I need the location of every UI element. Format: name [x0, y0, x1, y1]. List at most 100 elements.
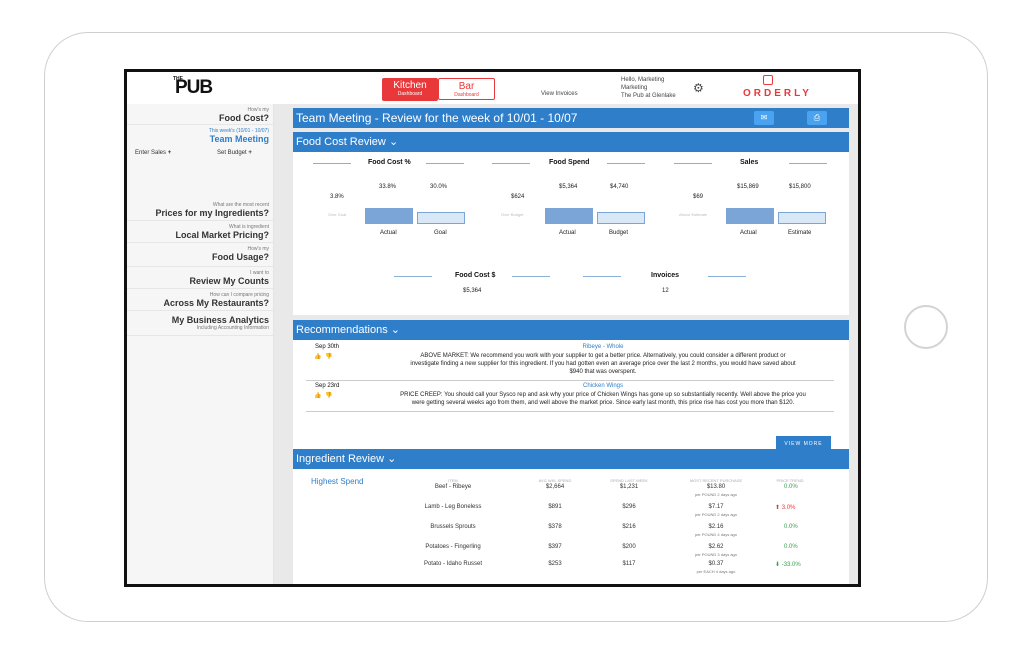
row-avg: $891 [548, 504, 562, 510]
sales-estimate-caption: Estimate [788, 230, 812, 236]
recommendation-item-link[interactable]: Ribeye - Whole [363, 344, 843, 350]
food-cost-dollar-label: Food Cost $ [455, 272, 496, 279]
user-name: Marketing [621, 85, 648, 91]
food-cost-pct-goal: 30.0% [430, 184, 448, 190]
food-cost-dollar-value: $5,364 [463, 288, 482, 294]
row-recent: $2.16 [708, 524, 724, 530]
sales-estimate-bar [778, 212, 826, 224]
divider [127, 335, 273, 336]
thumbs-up-icon[interactable]: 👍 [314, 353, 321, 360]
highest-spend-tab[interactable]: Highest Spend [311, 477, 363, 486]
column-header-price-trend: PRICE TREND [776, 478, 804, 483]
sidebar-item-label: Team Meeting [209, 134, 269, 144]
page-title: Team Meeting - Review for the week of 10… [296, 111, 578, 125]
food-cost-pct-actual-caption: Actual [380, 230, 397, 236]
divider [127, 288, 273, 289]
divider [674, 163, 712, 164]
sidebar-item-local-market[interactable]: What is ingredient Local Market Pricing? [175, 224, 269, 240]
bar-dashboard-button[interactable]: Bar Dashboard [438, 78, 495, 100]
thumbs-down-icon[interactable]: 👎 [325, 353, 332, 360]
recommendation-item-link[interactable]: Chicken Wings [363, 383, 843, 389]
row-trend: ⬇ -33.0% [775, 561, 801, 568]
thumbs-down-icon[interactable]: 👎 [325, 392, 332, 399]
thumbs-up-icon[interactable]: 👍 [314, 392, 321, 399]
row-item: Potato - Idaho Russet [423, 561, 483, 567]
divider [583, 276, 621, 277]
divider [127, 220, 273, 221]
ingredient-review-title: Ingredient Review ⌄ [296, 452, 396, 465]
recommendations-header[interactable]: Recommendations ⌄ [293, 320, 849, 340]
sidebar-item-small: Including Accounting Information [196, 325, 269, 331]
sidebar-item-business-analytics[interactable]: My Business Analytics Including Accounti… [172, 315, 269, 331]
recommendation-text: ABOVE MARKET: We recommend you work with… [363, 352, 843, 376]
kitchen-dashboard-button[interactable]: Kitchen Dashboard [382, 78, 438, 101]
food-cost-pct-actual-bar [365, 208, 413, 224]
divider [127, 124, 273, 125]
food-spend-ghost-label: Over Budget [501, 212, 524, 217]
user-info: Hello, Marketing Marketing The Pub at Gl… [621, 76, 676, 100]
food-cost-pct-ghost-label: Over Goal [328, 212, 347, 217]
food-cost-review-panel: Food Cost % 3.8% Over Goal 33.8% 30.0% A… [293, 152, 849, 315]
divider [306, 380, 834, 381]
food-cost-pct-label: Food Cost % [368, 159, 411, 166]
row-avg: $378 [548, 524, 562, 530]
row-avg: $253 [548, 561, 562, 567]
food-spend-budget: $4,740 [610, 184, 629, 190]
row-avg: $2,664 [545, 484, 565, 490]
row-trend: 0.0% [784, 544, 798, 550]
sales-actual-bar [726, 208, 774, 224]
divider [306, 411, 834, 412]
row-item: Beef - Ribeye [434, 484, 472, 490]
main-content: Team Meeting - Review for the week of 10… [274, 104, 858, 584]
recommendations-title-text: Recommendations [296, 324, 388, 336]
arrow-up-icon: ⬆ [775, 505, 781, 511]
column-header-last-week: SPEND LAST WEEK [610, 478, 648, 483]
divider [426, 163, 464, 164]
sidebar-item-review-counts[interactable]: I want to Review My Counts [189, 270, 269, 286]
recommendation-text-line: ABOVE MARKET: We recommend you work with… [420, 353, 786, 359]
gear-icon[interactable]: ⚙ [693, 81, 704, 95]
row-avg: $397 [548, 544, 562, 550]
sidebar-item-team-meeting[interactable]: This week's (10/01 - 10/07) Team Meeting [209, 128, 269, 144]
email-icon[interactable]: ✉ [754, 111, 774, 125]
row-trend: 0.0% [784, 524, 798, 530]
pub-logo[interactable]: THE PUB [173, 76, 215, 101]
chevron-down-icon: ⌄ [387, 453, 397, 465]
home-button[interactable] [904, 305, 948, 349]
sidebar-item-label: Local Market Pricing? [175, 230, 269, 240]
food-cost-pct-goal-bar [417, 212, 465, 224]
divider [127, 310, 273, 311]
sidebar-item-ingredient-prices[interactable]: What are the most recent Prices for my I… [155, 202, 269, 218]
row-recent-sub: per POUND 3 days ago [694, 552, 738, 557]
row-item: Potatoes - Fingerling [425, 544, 481, 550]
divider [394, 276, 432, 277]
sidebar-item-label: Across My Restaurants? [163, 298, 269, 308]
row-recent-sub: per EACH 4 days ago [696, 569, 736, 574]
ingredient-review-header[interactable]: Ingredient Review ⌄ [293, 449, 849, 469]
logo-small-text: THE [173, 76, 183, 82]
sales-ghost-label: Above Estimate [679, 212, 708, 217]
row-recent-sub: per POUND 2 days ago [694, 492, 738, 497]
bar-sub: Dashboard [454, 92, 479, 98]
row-trend-value: -33.0% [781, 562, 801, 568]
food-cost-review-header[interactable]: Food Cost Review ⌄ [293, 132, 849, 152]
column-header-recent-purchase: MOST RECENT PURCHASE [689, 478, 743, 483]
recommendation-text-line: were getting several weeks ago from them… [411, 400, 795, 406]
sidebar-item-food-usage[interactable]: How's my Food Usage? [212, 246, 269, 262]
divider [512, 276, 550, 277]
sidebar-item-food-cost[interactable]: How's my Food Cost? [219, 107, 269, 123]
user-location: The Pub at Glenlake [621, 93, 676, 99]
print-icon[interactable]: ⎙ [807, 111, 827, 125]
row-recent: $13.80 [706, 484, 726, 490]
enter-sales-button[interactable]: Enter Sales + [135, 150, 171, 156]
sales-actual: $15,869 [737, 184, 759, 190]
team-meeting-header: Team Meeting - Review for the week of 10… [293, 108, 849, 128]
ingredient-review-panel: Highest Spend ITEM AVG WKL SPEND SPEND L… [293, 469, 849, 584]
row-item: Lamb - Leg Boneless [424, 504, 482, 510]
bar-title: Bar [458, 81, 475, 92]
row-recent: $2.62 [708, 544, 724, 550]
view-invoices-link[interactable]: View Invoices [541, 91, 578, 97]
row-trend: 0.0% [784, 484, 798, 490]
set-budget-button[interactable]: Set Budget + [217, 150, 252, 156]
sidebar-item-compare-restaurants[interactable]: How can I compare pricing Across My Rest… [163, 292, 269, 308]
